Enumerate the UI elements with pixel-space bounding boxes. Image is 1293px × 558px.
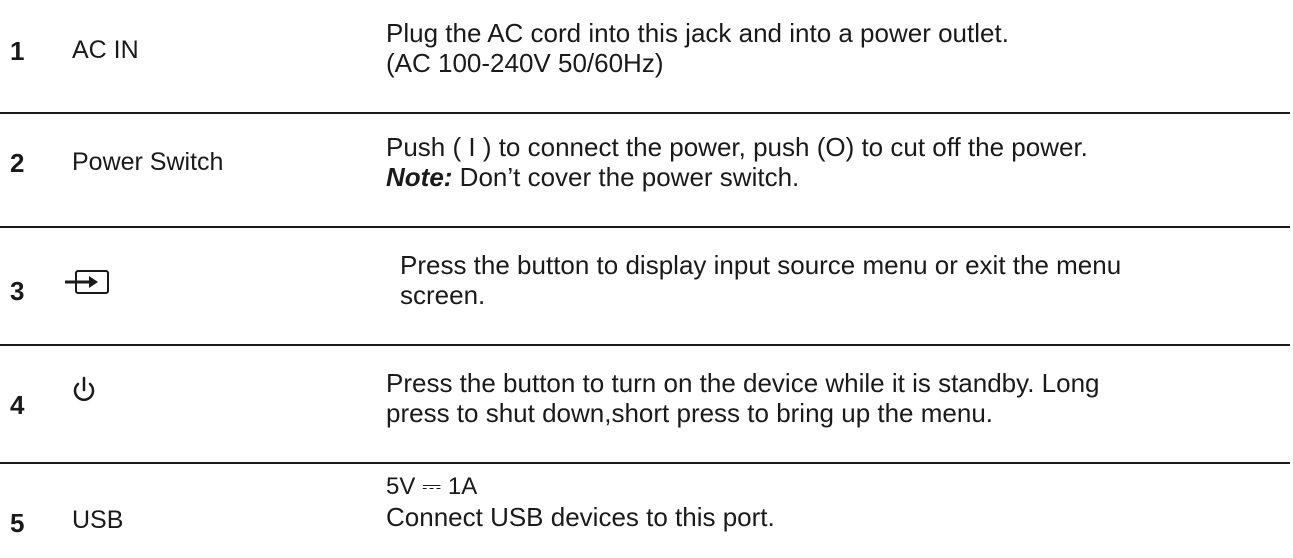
description-line: press to shut down,short press to bring … [386, 398, 994, 428]
row-number: 4 [10, 390, 25, 420]
row-number: 3 [10, 276, 25, 306]
input-source-icon [65, 270, 109, 294]
row-number: 2 [10, 148, 25, 178]
description-line: Press the button to turn on the device w… [386, 368, 1100, 398]
row-number: 1 [10, 36, 25, 66]
row-description: 5V ⎓ 1A Connect USB devices to this port… [386, 472, 775, 532]
row-description: Push ( I ) to connect the power, push (O… [386, 132, 1088, 192]
row-description: Press the button to turn on the device w… [386, 368, 1100, 428]
description-line: Push ( I ) to connect the power, push (O… [386, 132, 1088, 162]
row-number: 5 [10, 508, 25, 538]
note-line: Note: Don’t cover the power switch. [386, 162, 1088, 192]
description-line: Connect USB devices to this port. [386, 502, 775, 532]
description-line: Plug the AC cord into this jack and into… [386, 18, 1009, 48]
divider [0, 462, 1290, 464]
divider [0, 112, 1290, 114]
description-line: Press the button to display input source… [400, 250, 1122, 280]
description-line: 5V ⎓ 1A [386, 473, 478, 500]
row-name: Power Switch [72, 148, 224, 176]
note-label: Note: [386, 162, 453, 192]
power-icon [73, 376, 95, 401]
row-name: AC IN [72, 36, 139, 64]
row-name: USB [72, 506, 124, 534]
divider [0, 344, 1290, 346]
note-text: Don’t cover the power switch. [459, 162, 800, 192]
row-description: Plug the AC cord into this jack and into… [386, 18, 1009, 78]
description-line: screen. [400, 280, 486, 310]
row-description: Press the button to display input source… [400, 250, 1121, 310]
divider [0, 226, 1290, 228]
description-line: (AC 100-240V 50/60Hz) [386, 48, 664, 78]
